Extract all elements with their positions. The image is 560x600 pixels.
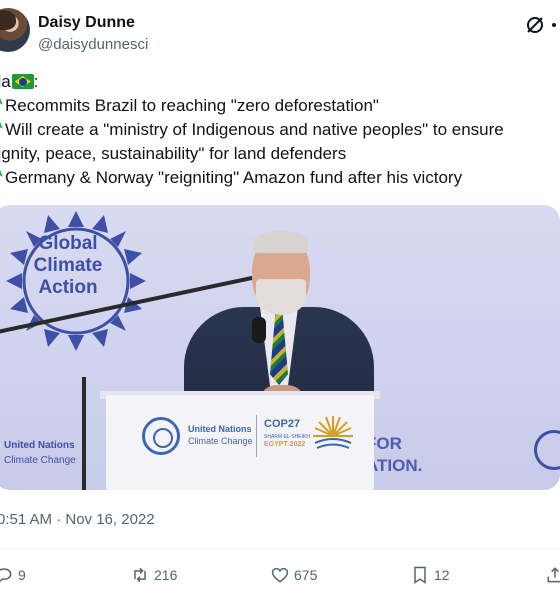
cop27-title: COP27 — [264, 418, 301, 430]
microphone-stand-pole — [82, 377, 86, 490]
bookmark-button[interactable]: 12 — [410, 562, 450, 588]
cop27-place: SHARM EL-SHEIKH — [264, 434, 310, 440]
divider — [0, 548, 560, 549]
more-icon[interactable] — [552, 23, 556, 27]
tweet-line-4: dignity, peace, sustainability" for land… — [0, 142, 560, 166]
share-icon — [547, 567, 560, 583]
tweet-line-1: ula: — [0, 70, 560, 94]
like-button[interactable]: 675 — [270, 562, 317, 588]
cop27-country: EGYPT 2022 — [264, 441, 306, 448]
tweet-line-1-text: ula — [0, 72, 11, 91]
cop27-sun-logo — [313, 416, 353, 449]
bookmark-count: 12 — [434, 567, 450, 583]
tweet-line-3: Will create a "ministry of Indigenous an… — [0, 118, 560, 142]
reply-button[interactable]: 9 — [0, 562, 26, 588]
like-count: 675 — [294, 567, 318, 583]
tweet-body: ula: Recommits Brazil to reaching "zero … — [0, 70, 560, 190]
tweet-media-image[interactable]: Global Climate Action United Nations Cli… — [0, 205, 560, 490]
share-button[interactable] — [545, 562, 560, 588]
bookmark-icon — [414, 566, 426, 584]
tweet-line-4-text: dignity, peace, sustainability" for land… — [0, 144, 347, 163]
un-climate-label-left: United Nations Climate Change — [4, 440, 76, 466]
avatar[interactable] — [0, 8, 30, 52]
tweet-line-2: Recommits Brazil to reaching "zero defor… — [0, 94, 560, 118]
grok-icon[interactable] — [524, 14, 546, 36]
microphone — [252, 317, 266, 343]
tweet-header: Daisy Dunne @daisydunnesci — [0, 0, 560, 64]
un-logo-podium — [142, 417, 180, 455]
emblem-text: Global Climate Action — [33, 233, 103, 298]
author-handle[interactable]: @daisydunnesci — [38, 36, 148, 53]
brazil-flag-emoji — [11, 74, 34, 89]
tweet-line-5-text: Germany & Norway "reigniting" Amazon fun… — [5, 168, 463, 187]
retweet-count: 216 — [154, 567, 178, 583]
retweet-icon — [134, 567, 146, 583]
heart-icon — [271, 567, 289, 583]
tweet-line-2-text: Recommits Brazil to reaching "zero defor… — [5, 96, 379, 115]
tweet-timestamp[interactable]: 0:51 AM · Nov 16, 2022 — [0, 511, 155, 528]
tweet-line-3-text: Will create a "ministry of Indigenous an… — [5, 120, 504, 139]
un-climate-label-podium: United Nations Climate Change — [188, 424, 253, 446]
tweet-line-5: Germany & Norway "reigniting" Amazon fun… — [0, 166, 560, 190]
palm-tree-emoji — [0, 119, 3, 139]
author-display-name[interactable]: Daisy Dunne — [38, 14, 135, 32]
reply-count: 9 — [18, 567, 26, 583]
palm-tree-emoji — [0, 167, 3, 187]
reply-icon — [0, 568, 12, 582]
background-right-text: FOR ATION. — [366, 434, 423, 475]
palm-tree-emoji — [0, 95, 3, 115]
un-logo-right — [534, 430, 560, 470]
tweet-actions: 9 216 675 12 — [0, 562, 560, 588]
retweet-button[interactable]: 216 — [130, 562, 177, 588]
